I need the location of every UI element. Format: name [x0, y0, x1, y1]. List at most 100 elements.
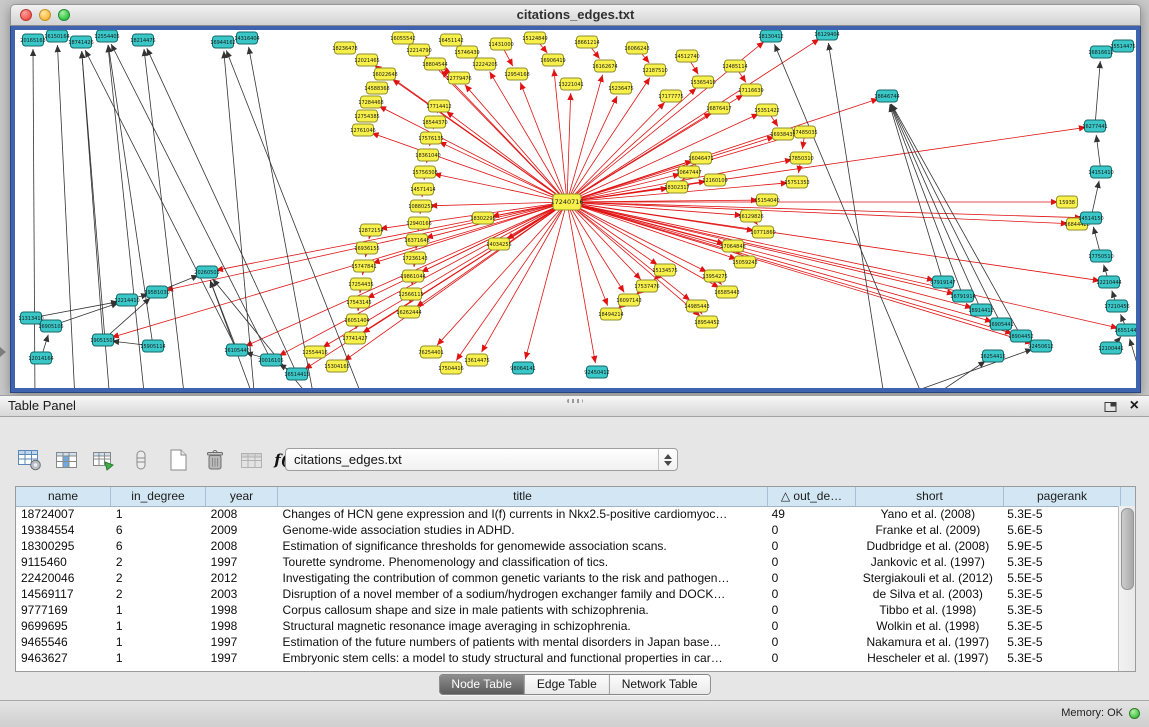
graph-node[interactable]: 17576135 [418, 132, 443, 144]
graph-edge[interactable] [567, 202, 737, 259]
graph-node[interactable]: 20165163 [20, 34, 45, 46]
graph-node[interactable]: 12554416 [302, 346, 327, 358]
graph-node[interactable]: 18302295 [470, 212, 495, 224]
delete-table-icon[interactable] [201, 445, 229, 475]
graph-node[interactable]: 15756308 [412, 166, 437, 178]
graph-node[interactable]: 17543145 [346, 296, 371, 308]
graph-node[interactable]: 12160109 [702, 174, 727, 186]
graph-node[interactable]: 18904452 [1008, 330, 1033, 342]
graph-node[interactable]: 12100441 [1098, 342, 1123, 354]
graph-node[interactable]: 12485114 [722, 60, 747, 72]
graph-node[interactable]: 18646744 [874, 90, 899, 102]
graph-node[interactable]: 15304165 [324, 360, 349, 372]
graph-node[interactable]: 16150164 [44, 30, 69, 42]
graph-node[interactable]: 15514475 [1110, 40, 1135, 52]
graph-edge[interactable] [441, 71, 567, 203]
graph-node[interactable]: 13954275 [702, 270, 727, 282]
graph-node[interactable]: 11431000 [488, 38, 513, 50]
splitter-handle[interactable] [567, 399, 583, 403]
graph-node[interactable]: 18361040 [415, 149, 440, 161]
graph-node[interactable]: 15124849 [522, 32, 547, 44]
graph-edge[interactable] [885, 349, 1033, 388]
tab-network-table[interactable]: Network Table [609, 675, 710, 694]
graph-node[interactable]: 12214410 [114, 294, 139, 306]
graph-node[interactable]: 16162674 [592, 60, 617, 72]
graph-edge[interactable] [567, 202, 595, 363]
graph-node[interactable]: 20260503 [194, 266, 219, 278]
graph-node[interactable]: 16905441 [988, 318, 1013, 330]
graph-node[interactable]: 16585443 [714, 286, 739, 298]
table-row[interactable]: 946554611997Estimation of the future num… [16, 634, 1119, 650]
graph-node[interactable]: 17064848 [720, 240, 745, 252]
graph-node[interactable]: 16051404 [344, 314, 369, 326]
table-row[interactable]: 969969511998Structural magnetic resonanc… [16, 618, 1119, 634]
graph-node[interactable]: 19051505 [90, 334, 115, 346]
graph-node[interactable]: 12566115 [398, 288, 423, 300]
graph-node[interactable]: 16277441 [1082, 120, 1107, 132]
new-column-icon[interactable] [90, 445, 118, 475]
graph-node[interactable]: 17504416 [438, 362, 463, 374]
graph-node[interactable]: 14316404 [234, 32, 259, 44]
graph-node[interactable]: 17714412 [426, 100, 451, 112]
table-mode-icon[interactable] [16, 445, 44, 475]
graph-edge[interactable] [57, 45, 75, 388]
network-canvas[interactable]: 1724071618236478120214651602264814588368… [15, 30, 1136, 388]
graph-node[interactable]: 17537476 [634, 280, 659, 292]
table-row[interactable]: 977716911998Corpus callosum shape and si… [16, 602, 1119, 618]
tab-node-table[interactable]: Node Table [439, 675, 524, 694]
graph-node[interactable]: 92450412 [584, 366, 609, 378]
graph-node[interactable]: 12210444 [1096, 276, 1121, 288]
graph-node[interactable]: 10880251 [408, 200, 433, 212]
table-row[interactable]: 1456911722003Disruption of a novel membe… [16, 586, 1119, 602]
graph-edge[interactable] [890, 104, 963, 296]
graph-node[interactable]: 16262444 [396, 306, 421, 318]
graph-edge[interactable] [112, 202, 567, 337]
graph-node[interactable]: 20016105 [258, 354, 283, 366]
graph-node[interactable]: 12214790 [406, 44, 431, 56]
graph-node[interactable]: 16022648 [372, 68, 397, 80]
graph-node[interactable]: 18236478 [332, 42, 357, 54]
graph-node[interactable]: 12954168 [504, 68, 529, 80]
graph-node[interactable]: 16129404 [814, 30, 839, 40]
graph-edge[interactable] [890, 105, 943, 282]
tab-edge-table[interactable]: Edge Table [524, 675, 609, 694]
graph-node[interactable]: 12754385 [354, 110, 379, 122]
graph-node[interactable]: 12014164 [28, 352, 53, 364]
graph-node[interactable]: 18130412 [758, 30, 783, 42]
graph-edge[interactable] [439, 142, 567, 202]
graph-node[interactable]: 16514415 [284, 368, 309, 380]
graph-node[interactable]: 16451142 [438, 34, 463, 46]
graph-node[interactable]: 12021465 [354, 54, 379, 66]
graph-node[interactable]: 98064141 [510, 362, 535, 374]
graph-node[interactable]: 17177775 [658, 90, 683, 102]
graph-node[interactable]: 12761046 [350, 124, 375, 136]
graph-node[interactable]: 16905105 [38, 320, 63, 332]
vertical-scrollbar[interactable] [1118, 506, 1135, 671]
graph-node[interactable]: 16944162 [210, 36, 235, 48]
graph-node[interactable]: 18914412 [968, 304, 993, 316]
graph-node[interactable]: 16371648 [404, 234, 429, 246]
graph-node[interactable]: 14514150 [1078, 212, 1103, 224]
graph-edge[interactable] [1130, 339, 1136, 388]
graph-node[interactable]: 15351422 [754, 104, 779, 116]
graph-node[interactable]: 16876417 [706, 102, 731, 114]
graph-node[interactable]: 16097143 [616, 294, 641, 306]
graph-node[interactable]: 16046471 [688, 152, 713, 164]
graph-node[interactable]: 18302317 [664, 181, 689, 193]
graph-edge[interactable] [147, 48, 297, 374]
table-row[interactable]: 1938455462009Genome-wide association stu… [16, 522, 1119, 538]
graph-node[interactable]: 16066243 [624, 42, 649, 54]
column-header-title[interactable]: title [278, 487, 768, 506]
close-panel-icon[interactable]: × [1130, 396, 1139, 416]
graph-node[interactable]: 16551441 [1114, 324, 1136, 336]
graph-node[interactable]: 12872154 [358, 224, 383, 236]
graph-node[interactable]: 11313410 [18, 312, 43, 324]
graph-node[interactable]: 16105440 [224, 344, 249, 356]
show-columns-icon[interactable] [53, 445, 81, 475]
graph-node[interactable]: 92450612 [1028, 340, 1053, 352]
graph-node[interactable]: 10647447 [676, 166, 701, 178]
graph-node[interactable]: 14512740 [674, 50, 699, 62]
graph-node[interactable]: 15747841 [351, 260, 376, 272]
graph-node[interactable]: 12187510 [642, 64, 667, 76]
graph-edge[interactable] [567, 102, 665, 202]
